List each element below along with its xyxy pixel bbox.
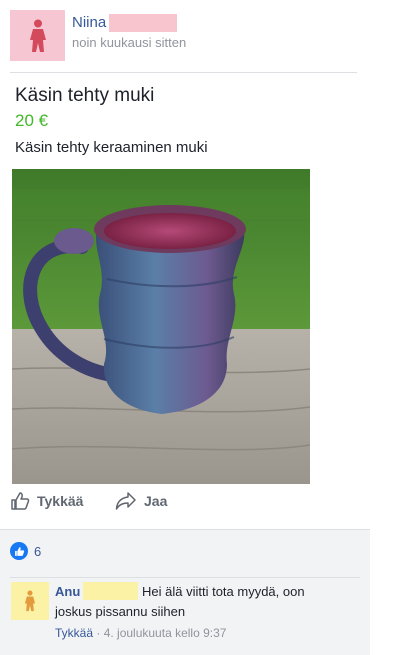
person-icon	[24, 590, 36, 612]
reaction-summary[interactable]: 6	[10, 542, 41, 560]
share-button[interactable]: Jaa	[115, 491, 167, 511]
header-divider	[10, 72, 357, 73]
person-icon	[29, 19, 46, 52]
listing-title: Käsin tehty muki	[15, 85, 155, 106]
commenter-name-redaction	[83, 582, 138, 600]
listing-price: 20 €	[15, 111, 49, 130]
comment-text-line2: joskus pissannu siihen	[55, 604, 186, 619]
like-reaction-icon	[10, 542, 28, 560]
reaction-count: 6	[34, 543, 42, 559]
share-label: Jaa	[144, 493, 168, 509]
poster-avatar[interactable]	[10, 10, 65, 61]
comment-meta: Tykkää · 4. joulukuuta kello 9:37	[55, 626, 226, 640]
poster-name[interactable]: Niina	[72, 14, 106, 31]
mug-photo[interactable]	[12, 169, 310, 484]
commenter-avatar[interactable]	[11, 582, 49, 620]
share-arrow-icon	[115, 492, 136, 510]
comment-date[interactable]: · 4. joulukuuta kello 9:37	[96, 626, 226, 640]
listing-description: Käsin tehty keraaminen muki	[15, 139, 208, 156]
comment-like-link[interactable]: Tykkää	[55, 626, 93, 640]
comment-divider	[10, 577, 360, 578]
like-button[interactable]: Tykkää	[10, 491, 83, 511]
feedback-section: 6 Anu Hei älä viitti tota myydä, oon jos…	[0, 529, 370, 655]
commenter-name[interactable]: Anu	[55, 584, 80, 599]
post-timestamp[interactable]: noin kuukausi sitten	[72, 35, 186, 50]
comment-text-line1: Hei älä viitti tota myydä, oon	[142, 584, 305, 599]
like-label: Tykkää	[37, 493, 84, 509]
post-actions: Tykkää Jaa	[0, 491, 370, 523]
name-redaction	[109, 14, 177, 32]
thumbs-up-icon	[11, 492, 30, 510]
